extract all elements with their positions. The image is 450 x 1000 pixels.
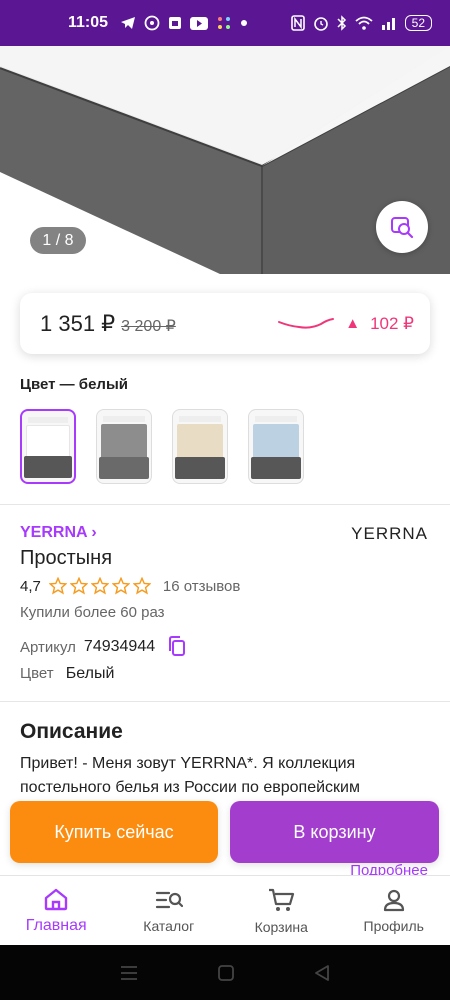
- image-search-icon: [391, 217, 414, 239]
- color-label: Цвет — белый: [20, 376, 128, 393]
- trend-up-icon: ▲: [345, 315, 361, 332]
- nav-home-label: Главная: [25, 916, 87, 934]
- bought-count: Купили более 60 раз: [20, 604, 165, 621]
- nav-home[interactable]: Главная: [0, 876, 113, 945]
- color-row-value: Белый: [65, 665, 115, 682]
- nav-profile[interactable]: Профиль: [338, 876, 450, 945]
- wifi-icon: [355, 16, 373, 30]
- color-swatch-gray[interactable]: [96, 409, 152, 484]
- price-trend[interactable]: ▲ 102 ₽: [277, 314, 414, 334]
- buy-now-button[interactable]: Купить сейчас: [10, 801, 218, 863]
- brand-link[interactable]: YERRNA ›: [20, 524, 97, 542]
- product-title: Простыня: [20, 547, 113, 569]
- app-icon: [218, 17, 231, 29]
- color-swatch-white[interactable]: [20, 409, 76, 484]
- bluetooth-icon: [337, 15, 346, 31]
- article-label: Артикул: [20, 638, 76, 656]
- star-icon: [90, 577, 109, 595]
- color-swatches: [20, 409, 304, 484]
- color-swatch-beige[interactable]: [172, 409, 228, 484]
- youtube-icon: [190, 16, 209, 30]
- article-row: Артикул 74934944: [20, 636, 187, 658]
- nav-profile-label: Профиль: [363, 917, 424, 934]
- status-left-icons: [120, 15, 248, 31]
- color-row: Цвет Белый: [20, 665, 114, 683]
- menu-icon[interactable]: [120, 965, 138, 981]
- system-navigation-bar: [0, 945, 450, 1000]
- image-search-button[interactable]: [376, 201, 428, 253]
- calendar-icon: [169, 17, 182, 29]
- nav-cart[interactable]: Корзина: [225, 876, 338, 945]
- nav-catalog[interactable]: Каталог: [113, 876, 226, 945]
- nav-cart-label: Корзина: [254, 918, 308, 935]
- description-text: Привет! - Меня зовут YERRNA*. Я коллекци…: [20, 755, 360, 796]
- divider: [0, 504, 450, 505]
- star-icon: [48, 577, 67, 595]
- current-price: 1 351 ₽: [40, 310, 116, 336]
- alarm-icon: [313, 17, 328, 31]
- bottom-navigation: Главная Каталог Корзина Профиль: [0, 875, 450, 945]
- star-icon: [132, 577, 151, 595]
- add-to-cart-button[interactable]: В корзину: [230, 801, 439, 863]
- image-counter: 1 / 8: [30, 227, 86, 254]
- star-icon: [111, 577, 130, 595]
- signal-icon: [381, 18, 395, 30]
- price-card[interactable]: 1 351 ₽ 3 200 ₽ ▲ 102 ₽: [20, 293, 430, 354]
- old-price: 3 200 ₽: [121, 317, 176, 335]
- price-history-sparkline: [278, 317, 335, 329]
- home-square-icon[interactable]: [218, 964, 234, 981]
- nav-catalog-label: Каталог: [143, 917, 195, 934]
- price-change: 102 ₽: [370, 313, 414, 333]
- rating-row[interactable]: 4,7 16 отзывов: [20, 577, 240, 595]
- description-title: Описание: [20, 720, 123, 743]
- cart-icon: [269, 888, 295, 911]
- article-value: 74934944: [83, 638, 156, 655]
- battery-indicator: 52: [404, 15, 432, 31]
- profile-icon: [383, 889, 404, 911]
- status-time: 11:05: [68, 14, 109, 31]
- divider: [0, 701, 450, 702]
- brand-logo: YERRNA: [351, 524, 428, 543]
- copy-icon[interactable]: [167, 636, 187, 658]
- telegram-icon: [121, 17, 136, 29]
- reviews-count[interactable]: 16 отзывов: [163, 578, 241, 595]
- rating-stars: [48, 577, 151, 595]
- color-swatch-blue[interactable]: [248, 409, 304, 484]
- home-icon: [45, 888, 68, 910]
- status-bar: 11:05 52: [0, 0, 450, 46]
- product-screen: 11:05 52 1 / 8 1 351 ₽ 3 200 ₽ ▲ 102 ₽ Ц…: [0, 0, 450, 1000]
- star-icon: [69, 577, 88, 595]
- viber-icon: [144, 15, 160, 31]
- catalog-search-icon: [155, 891, 183, 908]
- color-row-label: Цвет: [20, 665, 54, 682]
- dot-icon: [241, 20, 248, 26]
- nfc-icon: [290, 15, 305, 31]
- status-right-icons: 52: [290, 15, 432, 31]
- rating-value: 4,7: [20, 577, 41, 595]
- back-icon[interactable]: [314, 964, 330, 981]
